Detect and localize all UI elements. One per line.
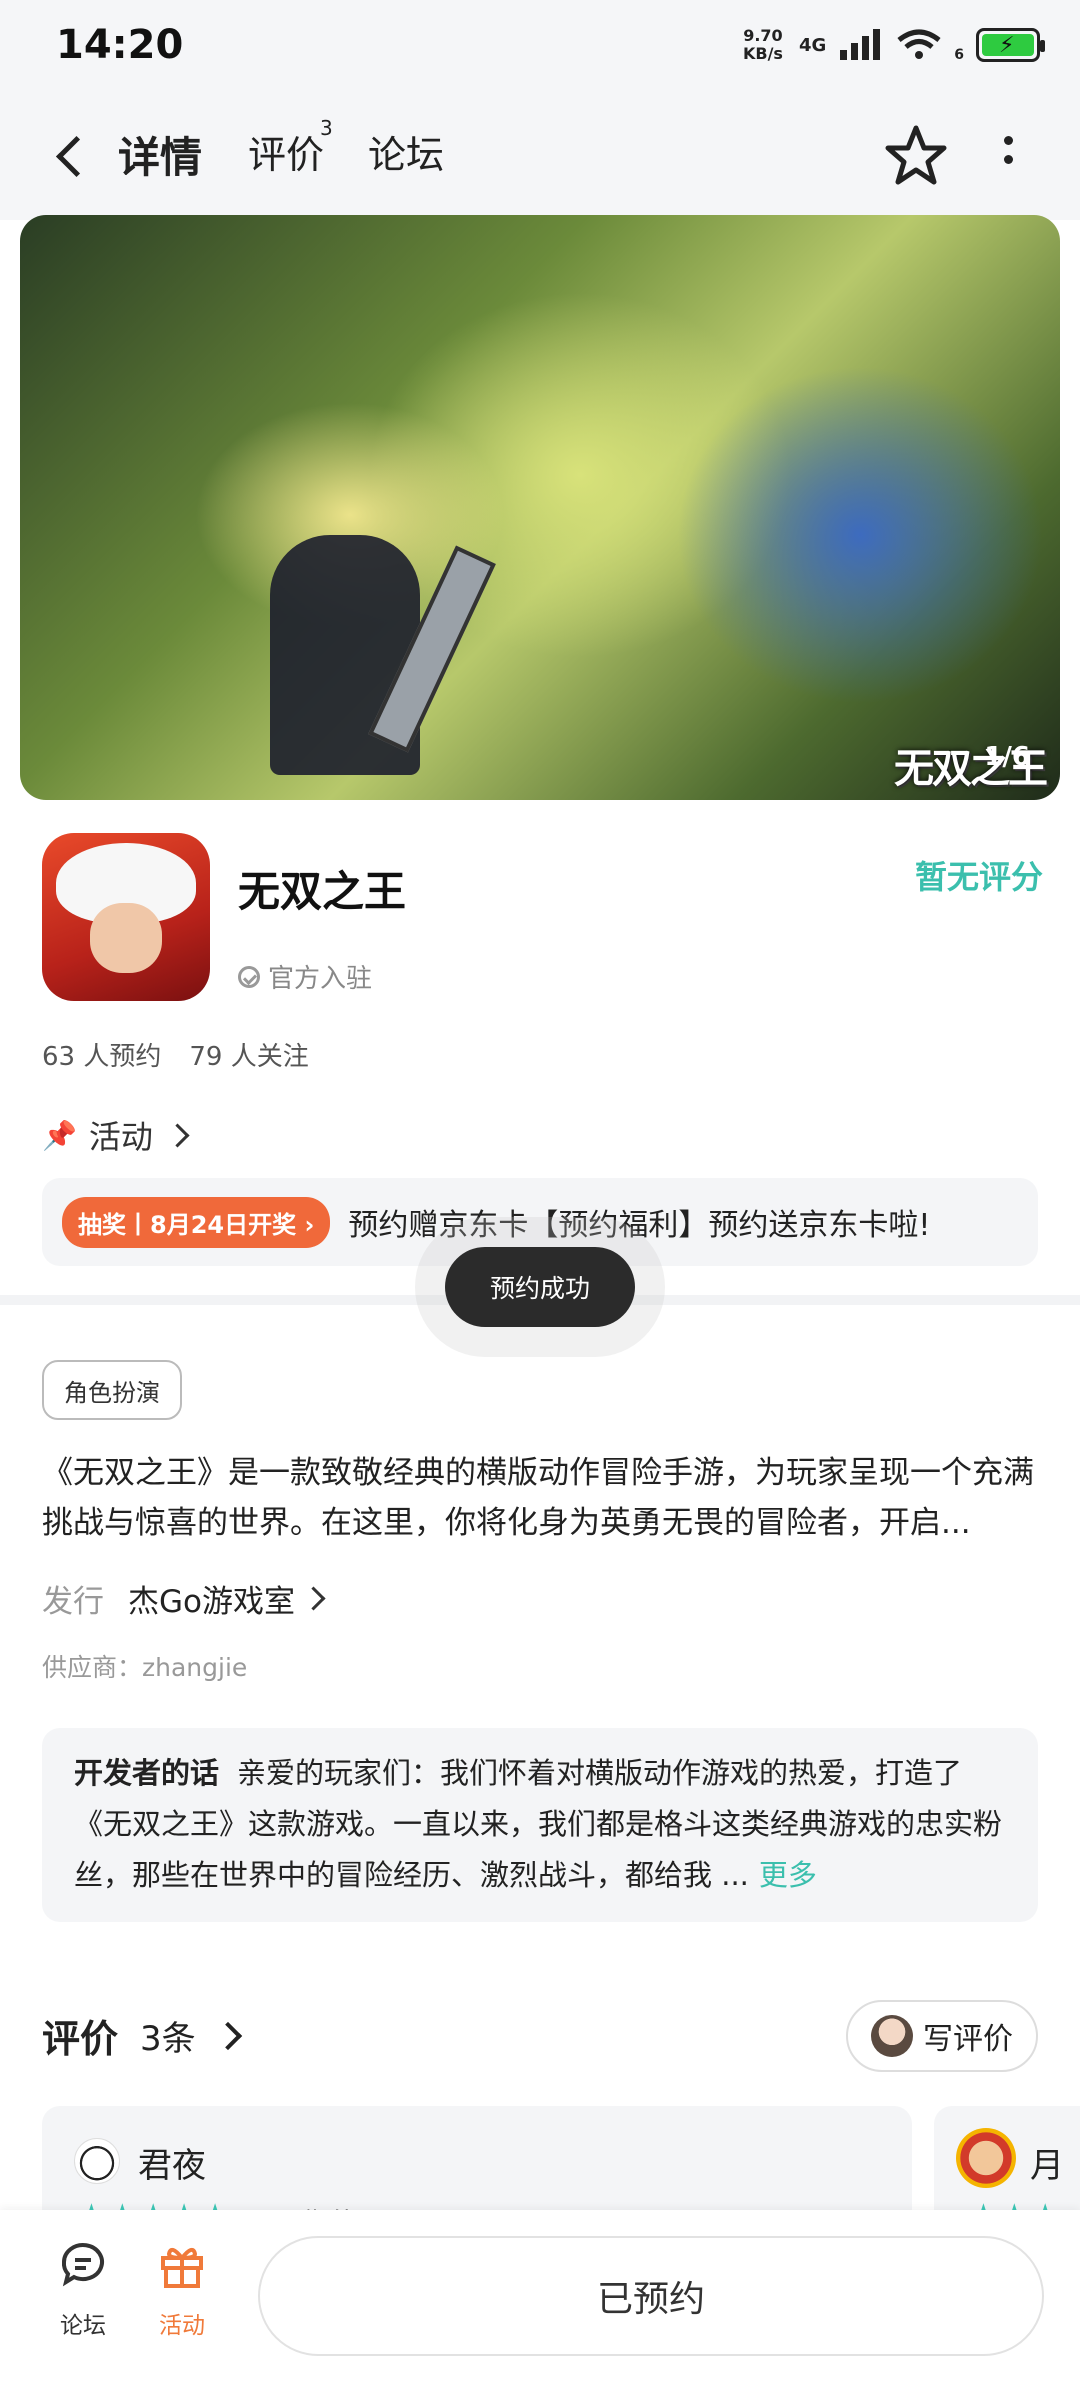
tab-forum-label: 论坛 <box>368 133 445 177</box>
chevron-right-icon <box>165 1122 190 1148</box>
chevron-right-icon <box>301 1586 326 1611</box>
bottom-forum-label: 论坛 <box>60 2313 106 2339</box>
net-speed-value: 9.70 <box>743 26 783 45</box>
supplier-info: 供应商：zhangjie <box>42 1653 248 1682</box>
write-review-button[interactable]: 写评价 <box>846 2000 1038 2072</box>
tab-review[interactable]: 评价 3 <box>248 116 333 179</box>
reviews-title: 评价 <box>42 2017 119 2061</box>
reviewer-avatar <box>74 2138 120 2184</box>
write-review-label: 写评价 <box>923 2022 1013 2057</box>
tab-detail[interactable]: 详情 <box>114 124 207 185</box>
chevron-right-icon <box>213 2021 242 2050</box>
game-stats: 63 人预约 79 人关注 <box>42 1036 309 1073</box>
more-icon[interactable] <box>988 126 1028 186</box>
game-title: 无双之王 <box>238 867 407 916</box>
lottery-badge-text: 抽奖丨8月24日开奖 <box>78 1210 297 1239</box>
net-speed-unit: KB/s <box>742 44 783 63</box>
reservation-count: 63 人预约 <box>42 1042 162 1072</box>
official-label: 官方入驻 <box>268 964 373 994</box>
reviewer-name: 君夜 <box>138 2146 206 2186</box>
publisher-name: 杰Go游戏室 <box>128 1584 295 1620</box>
star-icon[interactable] <box>880 120 952 192</box>
bottom-forum-button[interactable]: 论坛 <box>38 2240 128 2340</box>
net-speed: 9.70 KB/s <box>743 27 783 63</box>
game-app-icon <box>42 833 210 1001</box>
wifi-icon <box>897 29 941 59</box>
tab-forum[interactable]: 论坛 <box>368 124 444 179</box>
screenshot-banner[interactable]: 无双之王 1/6 <box>20 215 1060 800</box>
status-time: 14:20 <box>56 22 184 68</box>
reserved-button[interactable]: 已预约 <box>258 2236 1044 2356</box>
back-icon[interactable] <box>52 130 92 180</box>
tab-review-badge: 3 <box>320 116 333 140</box>
status-bar: 14:20 9.70 KB/s 4G 6 ⚡ <box>0 0 1080 90</box>
tab-detail-label: 详情 <box>118 133 203 182</box>
wifi-sub: 6 <box>954 47 964 63</box>
top-nav: 详情 评价 3 论坛 <box>0 90 1080 220</box>
signal-icon <box>840 29 881 60</box>
developer-note-label: 开发者的话 <box>74 1756 220 1790</box>
reviewer-avatar <box>956 2128 1016 2188</box>
bottom-activity-label: 活动 <box>159 2313 205 2339</box>
follower-count: 79 人关注 <box>189 1042 309 1072</box>
pin-icon: 📌 <box>42 1118 77 1152</box>
rating-status: 暂无评分 <box>915 858 1044 896</box>
status-icons: 9.70 KB/s 4G 6 ⚡ <box>743 27 1045 63</box>
forum-icon <box>61 2243 104 2287</box>
publisher-label: 发行 <box>42 1584 104 1620</box>
game-description[interactable]: 《无双之王》是一款致敬经典的横版动作冒险手游，为玩家呈现一个充满挑战与惊喜的世界… <box>42 1448 1042 1548</box>
reviewer-name: 月 <box>1030 2146 1064 2186</box>
reviews-count: 3条 <box>140 2019 196 2059</box>
reviews-header[interactable]: 评价 3条 <box>42 2008 242 2063</box>
more-link[interactable]: 更多 <box>759 1858 817 1892</box>
banner-counter: 1/6 <box>984 742 1030 772</box>
publisher-row[interactable]: 发行 杰Go游戏室 <box>42 1576 326 1621</box>
toast-message: 预约成功 <box>445 1247 635 1327</box>
developer-note[interactable]: 开发者的话 亲爱的玩家们：我们怀着对横版动作游戏的热爱，打造了《无双之王》这款游戏… <box>42 1728 1038 1922</box>
battery-icon: ⚡ <box>976 28 1045 62</box>
lottery-badge: 抽奖丨8月24日开奖 › <box>62 1196 331 1248</box>
user-avatar <box>871 2015 913 2057</box>
bottom-action-bar: 论坛 活动 已预约 <box>0 2210 1080 2400</box>
official-badge: 官方入驻 <box>238 958 372 995</box>
activity-text: 预约赠京东卡【预约福利】预约送京东卡啦! <box>348 1208 931 1243</box>
check-circle-icon <box>238 965 260 988</box>
network-type: 4G <box>798 34 827 56</box>
bottom-activity-button[interactable]: 活动 <box>137 2240 227 2340</box>
gift-icon <box>161 2247 203 2288</box>
activity-header-label: 活动 <box>88 1118 153 1156</box>
genre-tag[interactable]: 角色扮演 <box>42 1360 182 1420</box>
tab-review-label: 评价 <box>248 133 325 177</box>
activity-header[interactable]: 📌 活动 <box>42 1112 190 1158</box>
